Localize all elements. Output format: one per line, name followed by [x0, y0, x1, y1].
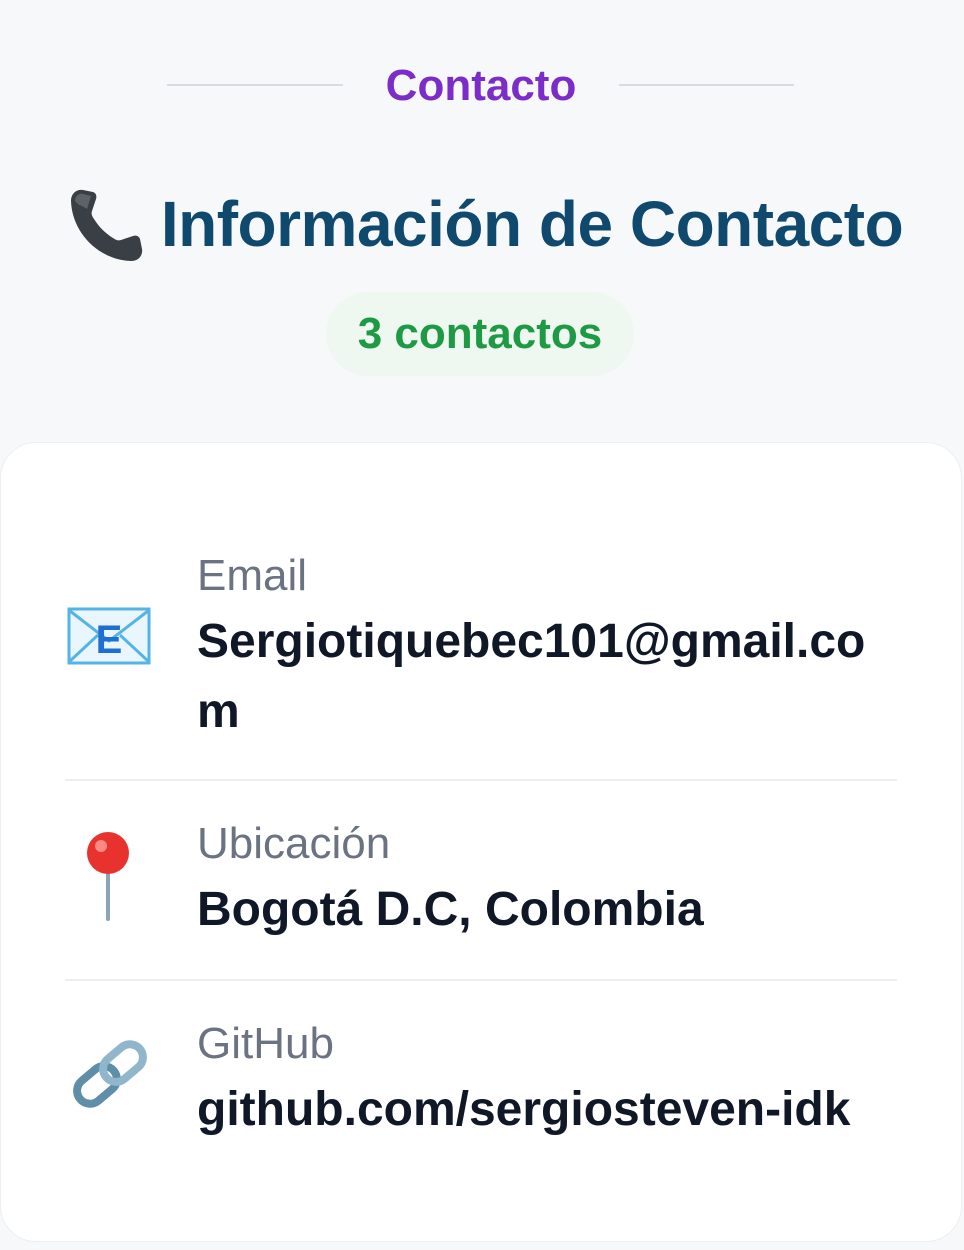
contact-value-github[interactable]: github.com/sergiosteven-idk	[197, 1075, 897, 1145]
section-header: Contacto	[0, 52, 964, 120]
contact-value-email[interactable]: Sergiotiquebec101@gmail.com	[197, 607, 897, 747]
contact-count-badge: 3 contactos	[326, 292, 634, 376]
contact-label: Ubicación	[197, 819, 391, 868]
envelope-icon: E	[67, 607, 151, 665]
contact-card: E Email Sergiotiquebec101@gmail.com Ubic…	[0, 442, 962, 1242]
contact-item-location[interactable]: Ubicación Bogotá D.C, Colombia	[65, 781, 897, 981]
page-title: Información de Contacto	[160, 188, 904, 260]
title-row: Información de Contacto	[0, 178, 964, 270]
contact-label: Email	[197, 551, 308, 600]
contact-label: GitHub	[197, 1019, 334, 1068]
pushpin-icon	[87, 832, 129, 921]
divider-line-right	[619, 84, 794, 86]
divider-line-left	[167, 84, 343, 86]
svg-text:E: E	[96, 618, 123, 662]
link-icon	[73, 1040, 147, 1108]
contact-item-email[interactable]: E Email Sergiotiquebec101@gmail.com	[65, 543, 897, 781]
telephone-receiver-icon	[70, 189, 142, 261]
contact-value-location: Bogotá D.C, Colombia	[197, 883, 704, 936]
section-label: Contacto	[385, 61, 577, 110]
contact-item-github[interactable]: GitHub github.com/sergiosteven-idk	[65, 981, 897, 1171]
